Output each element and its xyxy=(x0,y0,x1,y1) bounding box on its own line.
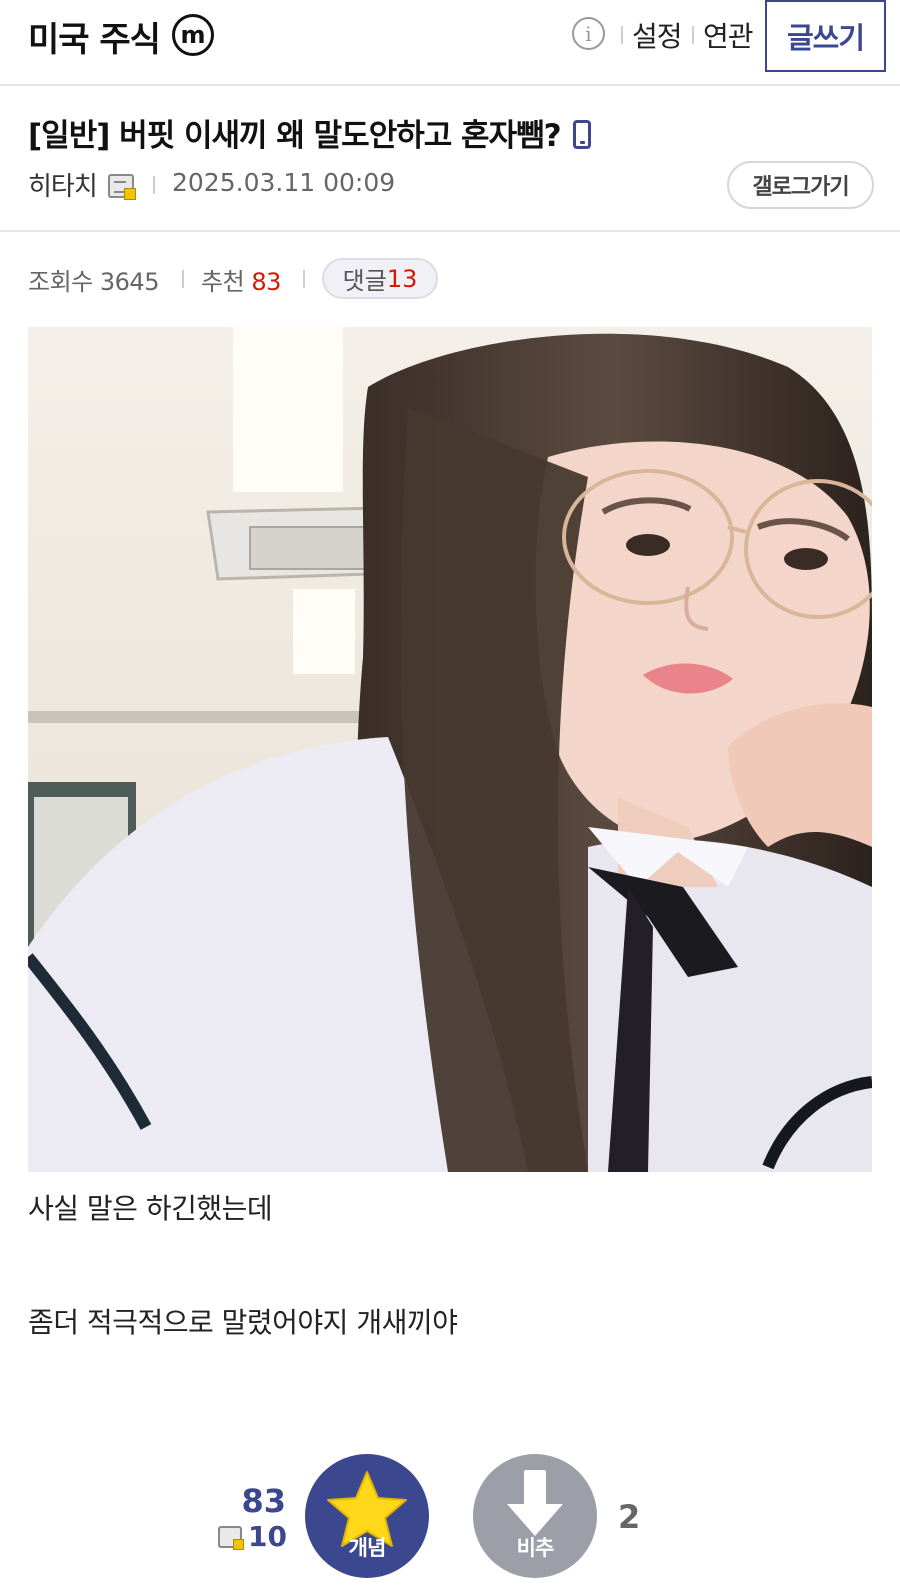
downvote-count: 2 xyxy=(618,1498,641,1536)
gallog-icon xyxy=(218,1526,244,1550)
separator xyxy=(692,26,694,44)
post-title-text: [일반] 버핏 이새끼 왜 말도안하고 혼자뺌? xyxy=(28,118,562,154)
separator xyxy=(621,26,623,44)
post-photo xyxy=(28,327,872,1172)
fixed-upvote-count: 10 xyxy=(218,1520,287,1553)
downvote-button[interactable]: 비추 xyxy=(473,1454,597,1578)
recommend-count-label: 추천 xyxy=(201,268,245,296)
settings-link[interactable]: 설정 xyxy=(632,15,683,55)
comment-count-button[interactable]: 댓글 13 xyxy=(322,258,438,299)
info-icon[interactable]: i xyxy=(572,17,605,50)
upvote-button[interactable]: 개념 xyxy=(305,1454,429,1578)
post-date: 2025.03.11 00:09 xyxy=(172,168,396,197)
separator xyxy=(303,270,305,288)
writer-nickname[interactable]: 히타치 xyxy=(28,166,98,203)
related-link[interactable]: 연관 xyxy=(703,15,754,55)
view-count-label: 조회수 xyxy=(28,268,93,296)
minor-gallery-icon: m xyxy=(172,14,214,56)
post-body-line: 좀더 적극적으로 말렸어야지 개새끼야 xyxy=(28,1306,458,1339)
post-image[interactable] xyxy=(28,327,872,1172)
fixed-upvote-count-value: 10 xyxy=(248,1520,287,1553)
mobile-icon xyxy=(572,120,591,149)
separator xyxy=(182,270,184,288)
gallery-title[interactable]: 미국 주식 xyxy=(28,12,161,61)
downvote-label: 비추 xyxy=(516,1536,555,1560)
upvote-count: 83 xyxy=(241,1482,286,1520)
top-header: 미국 주식 m i 설정 연관 글쓰기 xyxy=(0,0,900,86)
separator xyxy=(153,176,155,194)
gallog-button[interactable]: 갤로그가기 xyxy=(727,161,874,209)
write-button[interactable]: 글쓰기 xyxy=(765,0,886,72)
upvote-label: 개념 xyxy=(348,1536,387,1560)
view-count-value: 3645 xyxy=(99,268,160,296)
comment-count-value: 13 xyxy=(386,264,418,293)
recommend-count-value: 83 xyxy=(251,268,281,296)
post-title: [일반] 버핏 이새끼 왜 말도안하고 혼자뺌? xyxy=(28,110,591,155)
divider xyxy=(0,230,900,232)
gallog-icon[interactable] xyxy=(108,174,136,200)
view-count: 조회수 3645 xyxy=(28,262,159,297)
comment-count-label: 댓글 xyxy=(342,267,387,295)
recommend-count: 추천 83 xyxy=(201,262,281,297)
post-body-line: 사실 말은 하긴했는데 xyxy=(28,1192,273,1225)
